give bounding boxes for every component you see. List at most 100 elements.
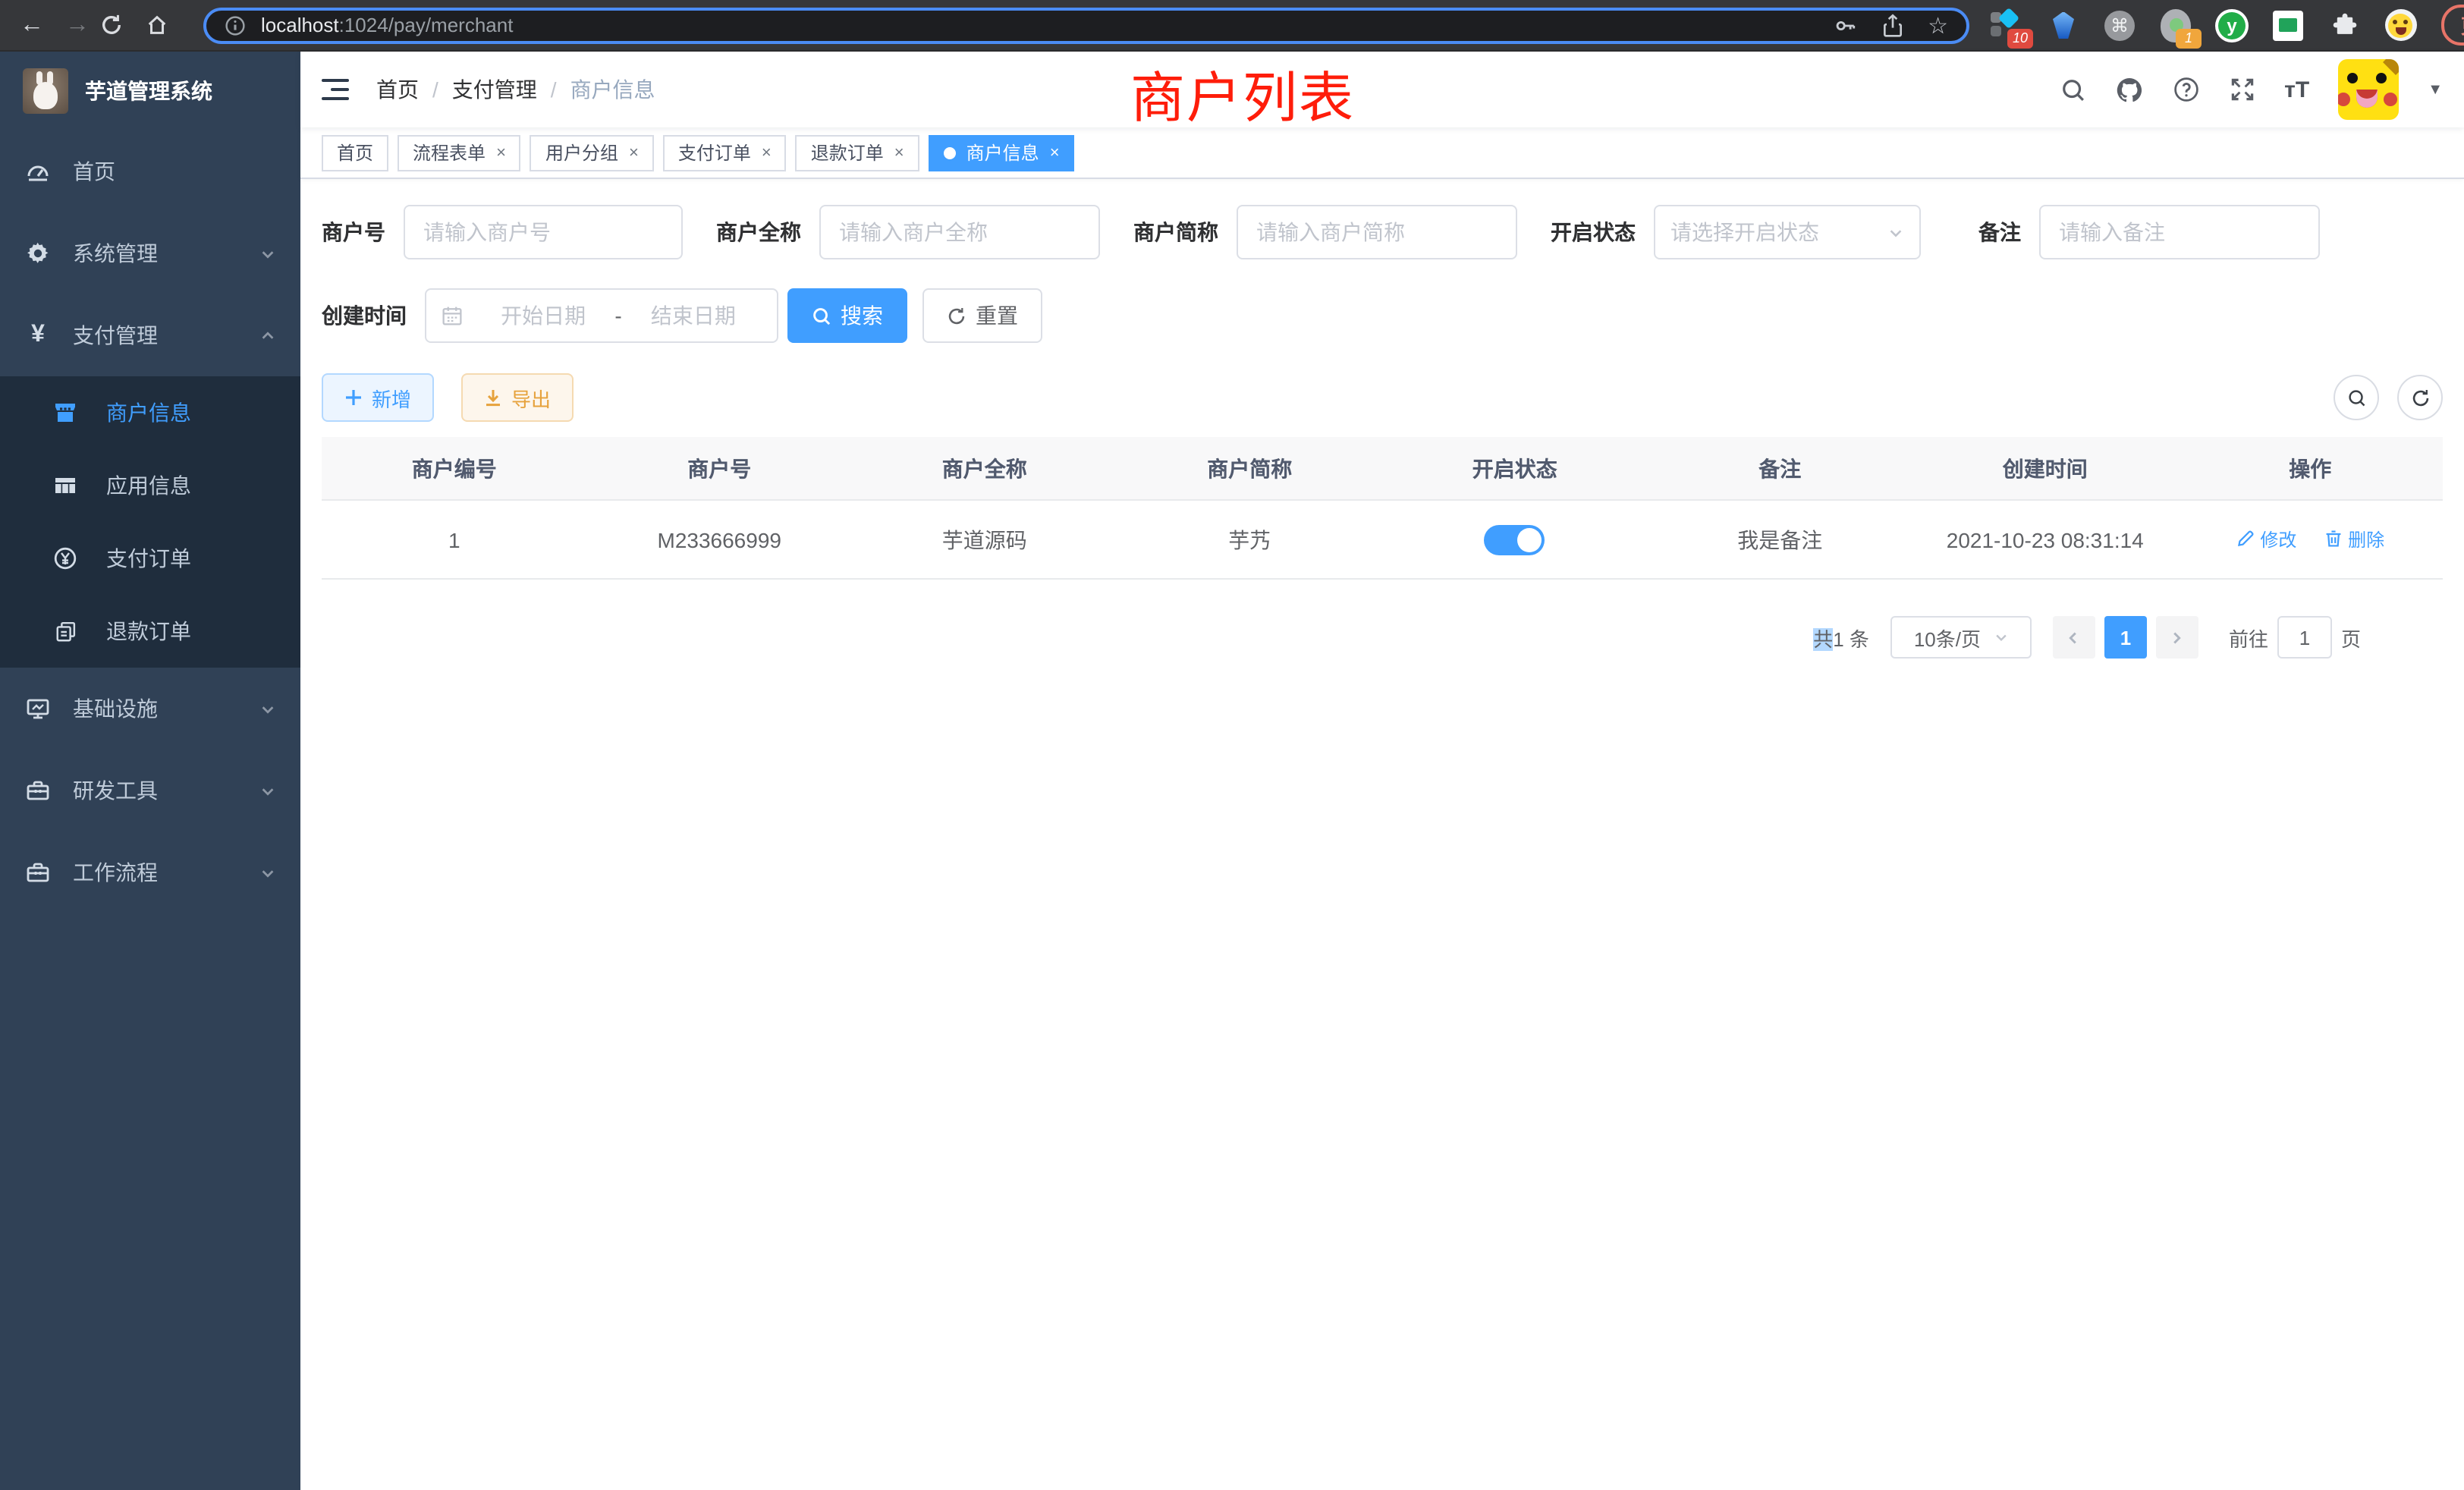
close-icon[interactable]: × <box>894 143 904 162</box>
reset-button[interactable]: 重置 <box>922 288 1042 343</box>
help-icon[interactable] <box>2172 76 2199 103</box>
extension-command-icon[interactable]: ⌘ <box>2103 8 2136 42</box>
add-button[interactable]: 新增 <box>322 373 434 422</box>
tab-user-group[interactable]: 用户分组× <box>530 134 654 171</box>
browser-profile-avatar[interactable] <box>2384 8 2417 42</box>
cell-merchant-id: 1 <box>322 500 587 579</box>
github-icon[interactable] <box>2114 75 2143 104</box>
tab-home[interactable]: 首页 <box>322 134 388 171</box>
sidebar-item-payment[interactable]: ¥ 支付管理 <box>0 294 300 376</box>
search-icon[interactable] <box>2060 77 2085 102</box>
export-button[interactable]: 导出 <box>461 373 574 422</box>
active-dot <box>944 146 956 159</box>
col-actions: 操作 <box>2178 437 2444 500</box>
chevron-up-icon <box>259 327 276 344</box>
breadcrumb-payment[interactable]: 支付管理 <box>452 74 537 105</box>
filter-row-2: 创建时间 开始日期 - 结束日期 搜索 重置 <box>322 288 2464 343</box>
short-name-input[interactable] <box>1237 205 1517 259</box>
sidebar-item-pay-order[interactable]: 支付订单 <box>0 522 300 595</box>
edit-link[interactable]: 修改 <box>2236 527 2296 552</box>
sidebar-item-app-info[interactable]: 应用信息 <box>0 449 300 522</box>
close-icon[interactable]: × <box>496 143 506 162</box>
breadcrumb-current: 商户信息 <box>570 74 655 105</box>
extensions-puzzle-icon[interactable] <box>2327 8 2361 42</box>
table-header-row: 商户编号 商户号 商户全称 商户简称 开启状态 备注 创建时间 操作 <box>322 437 2443 500</box>
delete-link[interactable]: 删除 <box>2324 527 2384 552</box>
date-end-placeholder: 结束日期 <box>625 300 762 331</box>
toggle-search-button[interactable] <box>2334 375 2379 420</box>
sidebar-item-label: 首页 <box>73 156 115 187</box>
app-title: 芋道管理系统 <box>85 76 212 106</box>
dashboard-icon <box>24 159 52 184</box>
share-icon[interactable] <box>1881 13 1903 37</box>
remark-label: 备注 <box>1978 217 2021 247</box>
next-page-button[interactable] <box>2156 616 2198 659</box>
close-icon[interactable]: × <box>762 143 772 162</box>
font-size-icon[interactable]: тT <box>2284 77 2309 102</box>
refresh-button[interactable] <box>2397 375 2443 420</box>
table-row: 1 M233666999 芋道源码 芋艿 我是备注 2021-10-23 08:… <box>322 500 2443 579</box>
address-bar[interactable]: localhost:1024/pay/merchant ☆ <box>203 7 1969 43</box>
col-remark: 备注 <box>1648 437 1913 500</box>
tab-pay-order[interactable]: 支付订单× <box>663 134 787 171</box>
app-logo[interactable]: 芋道管理系统 <box>0 52 300 130</box>
user-avatar[interactable] <box>2338 59 2399 120</box>
tab-process-form[interactable]: 流程表单× <box>398 134 521 171</box>
browser-toolbar: ← → localhost:1024/pay/merchant ☆ <box>0 0 2464 52</box>
tab-merchant-info[interactable]: 商户信息× <box>929 134 1075 171</box>
page-number-1[interactable]: 1 <box>2104 616 2147 659</box>
browser-back-icon[interactable]: ← <box>9 11 55 39</box>
sidebar-item-system[interactable]: 系统管理 <box>0 212 300 294</box>
screen: ← → localhost:1024/pay/merchant ☆ <box>0 0 2464 1490</box>
sidebar-item-infrastructure[interactable]: 基础设施 <box>0 668 300 750</box>
chevron-down-icon <box>259 245 276 262</box>
status-toggle[interactable] <box>1485 524 1545 555</box>
search-button[interactable]: 搜索 <box>787 288 907 343</box>
sidebar-item-merchant-info[interactable]: 商户信息 <box>0 376 300 449</box>
browser-update-button[interactable]: 更新 <box>2441 5 2464 46</box>
status-select[interactable]: 请选择开启状态 <box>1654 205 1921 259</box>
full-name-input[interactable] <box>819 205 1100 259</box>
close-icon[interactable]: × <box>629 143 639 162</box>
close-icon[interactable]: × <box>1050 143 1060 162</box>
chevron-down-icon <box>1993 630 2008 645</box>
extension-chat-icon[interactable] <box>2271 8 2305 42</box>
cell-merchant-no: M233666999 <box>587 500 853 579</box>
browser-forward-icon[interactable]: → <box>55 11 100 39</box>
password-key-icon[interactable] <box>1832 13 1856 37</box>
sidebar-item-dev-tools[interactable]: 研发工具 <box>0 750 300 831</box>
status-label: 开启状态 <box>1551 217 1636 247</box>
bookmark-star-icon[interactable]: ☆ <box>1928 11 1948 39</box>
full-name-label: 商户全称 <box>716 217 801 247</box>
avatar-caret-icon[interactable]: ▼ <box>2428 81 2443 98</box>
sidebar-item-refund-order[interactable]: 退款订单 <box>0 595 300 668</box>
fullscreen-icon[interactable] <box>2228 76 2255 103</box>
remark-input[interactable] <box>2039 205 2320 259</box>
extension-apps-icon[interactable]: 10 <box>1991 8 2024 42</box>
sidebar-item-workflow[interactable]: 工作流程 <box>0 831 300 913</box>
prev-page-button[interactable] <box>2053 616 2095 659</box>
browser-reload-icon[interactable] <box>100 14 146 36</box>
toolbox-icon <box>24 778 52 803</box>
tab-refund-order[interactable]: 退款订单× <box>796 134 919 171</box>
sidebar-item-home[interactable]: 首页 <box>0 130 300 212</box>
tags-view-bar: 首页 流程表单× 用户分组× 支付订单× 退款订单× 商户信息× <box>300 127 2464 179</box>
site-info-icon[interactable] <box>225 14 246 36</box>
extension-account-icon[interactable]: 1 <box>2159 8 2192 42</box>
date-range-picker[interactable]: 开始日期 - 结束日期 <box>425 288 778 343</box>
yen-circle-icon <box>52 546 79 571</box>
sidebar-collapse-icon[interactable] <box>322 79 349 100</box>
merchant-table: 商户编号 商户号 商户全称 商户简称 开启状态 备注 创建时间 操作 1 <box>322 437 2443 580</box>
browser-home-icon[interactable] <box>146 14 191 36</box>
goto-page-input[interactable] <box>2277 616 2332 659</box>
briefcase-icon <box>24 860 52 885</box>
sidebar-item-label: 工作流程 <box>73 857 158 888</box>
page-size-select[interactable]: 10条/页 <box>1890 616 2032 659</box>
pagination: 共1 条 10条/页 1 前往 页 <box>300 616 2464 659</box>
extension-pin-icon[interactable] <box>2047 8 2080 42</box>
extension-yudao-icon[interactable]: y <box>2215 8 2249 42</box>
extension-badge: 1 <box>2176 28 2202 48</box>
breadcrumb-home[interactable]: 首页 <box>376 74 419 105</box>
chevron-down-icon <box>1887 224 1904 240</box>
merchant-no-input[interactable] <box>404 205 683 259</box>
